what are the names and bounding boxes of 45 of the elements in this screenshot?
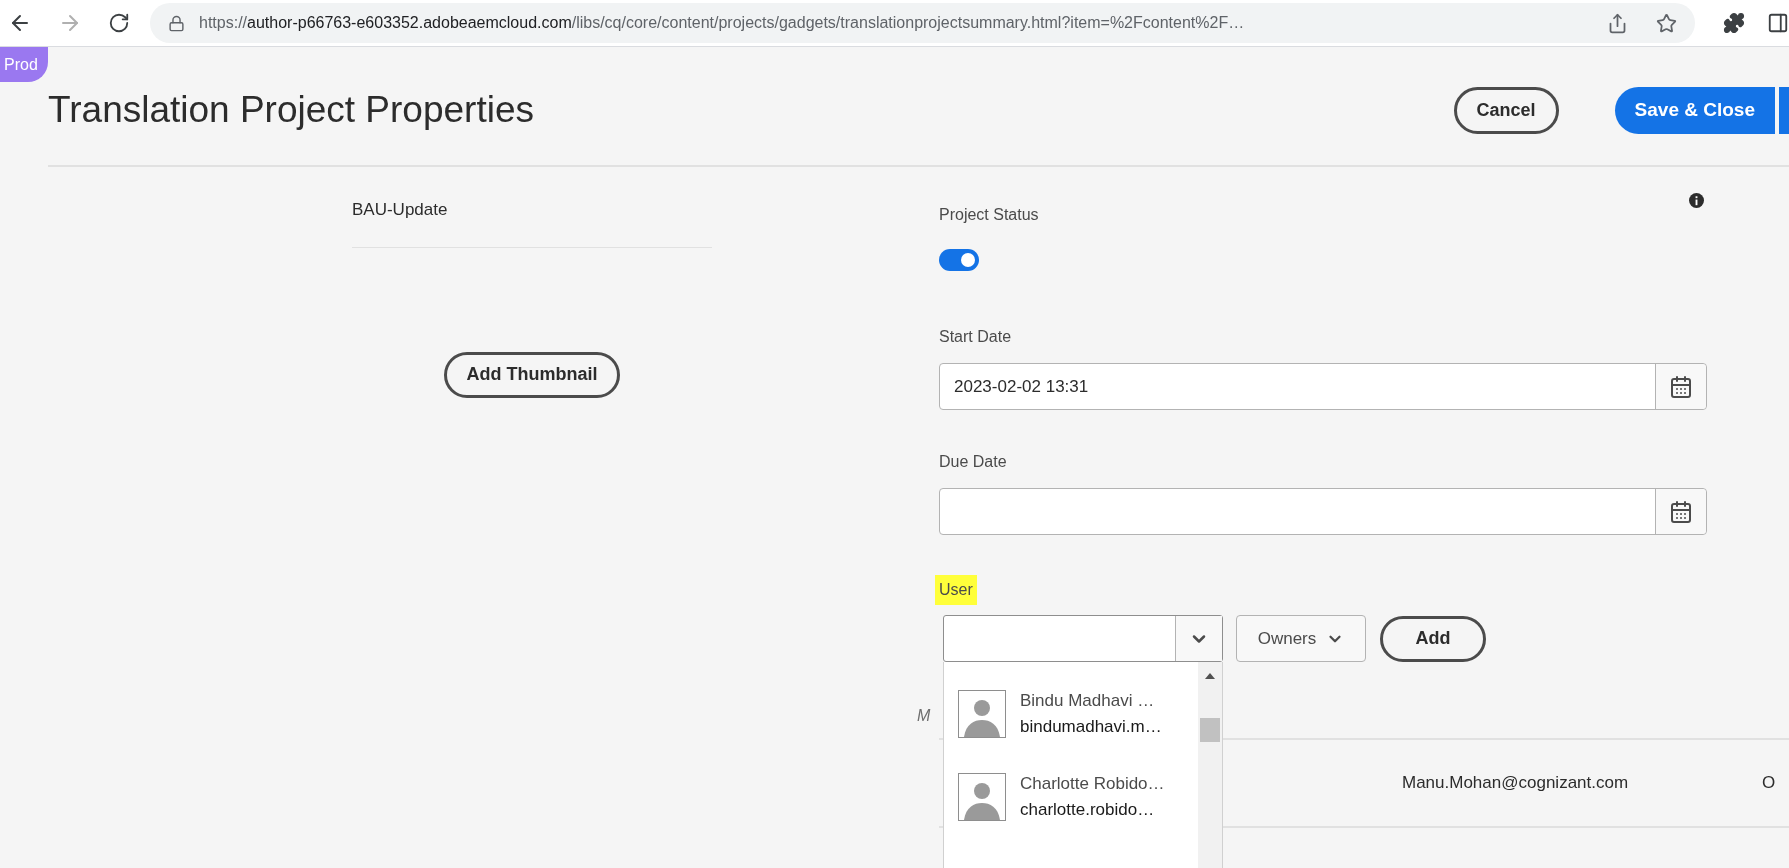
scroll-up-icon[interactable] bbox=[1204, 672, 1216, 680]
user-name: Charlotte Robido… bbox=[1020, 773, 1165, 795]
field-label: Start Date bbox=[939, 327, 1013, 347]
extensions-icon[interactable] bbox=[1723, 12, 1745, 34]
info-icon bbox=[1689, 193, 1704, 208]
environment-badge: Prod bbox=[0, 47, 48, 82]
page-title: Translation Project Properties bbox=[48, 88, 534, 133]
calendar-button[interactable] bbox=[1655, 364, 1706, 409]
person-avatar-icon bbox=[958, 772, 1006, 821]
bookmark-star-icon[interactable] bbox=[1656, 12, 1677, 34]
table-cell-text: O bbox=[1762, 772, 1776, 795]
scroll-thumb[interactable] bbox=[1200, 718, 1220, 742]
lock-icon bbox=[168, 14, 185, 32]
field-label: Project Status bbox=[939, 205, 1039, 225]
add-button[interactable]: Add bbox=[1380, 615, 1486, 662]
person-avatar-icon bbox=[958, 689, 1006, 738]
address-field[interactable]: https://author-p66763-e603352.adobeaemcloud.com/libs/cq/core/content/projects/gadgets/translationprojectsummary.html?item=%2Fcontent%2F… bbox=[150, 3, 1695, 43]
field-label: User bbox=[935, 575, 977, 605]
column-header: M bbox=[917, 706, 931, 726]
suggestion-item[interactable]: Bindu Madhavi … bindumadhavi.m… bbox=[958, 688, 1198, 739]
date-field[interactable] bbox=[939, 488, 1707, 535]
date-value: 2023-02-02 13:31 bbox=[954, 375, 1089, 398]
button-edge bbox=[1779, 86, 1789, 134]
side-panel-icon[interactable] bbox=[1767, 12, 1789, 34]
field-label: Due Date bbox=[939, 452, 1008, 472]
calendar-button[interactable] bbox=[1655, 489, 1706, 534]
url-text: https://author-p66763-e603352.adobeaemcloud.com/libs/cq/core/content/projects/gadgets/translationprojectsummary.html?item=%2Fcontent%2F… bbox=[199, 13, 1246, 33]
share-icon[interactable] bbox=[1607, 12, 1628, 34]
dropdown-button[interactable] bbox=[1175, 616, 1222, 661]
cancel-button[interactable]: Cancel bbox=[1453, 86, 1559, 134]
reload-icon[interactable] bbox=[108, 12, 130, 34]
user-email: bindumadhavi.m… bbox=[1020, 715, 1162, 738]
status-toggle[interactable] bbox=[939, 249, 979, 271]
suggestion-item[interactable]: Charlotte Robido… charlotte.robido… bbox=[958, 771, 1198, 822]
user-email: charlotte.robido… bbox=[1020, 798, 1156, 821]
role-select[interactable]: Owners bbox=[1236, 615, 1366, 662]
add-thumbnail-button[interactable]: Add Thumbnail bbox=[443, 351, 621, 398]
date-field[interactable]: 2023-02-02 13:31 bbox=[939, 363, 1707, 410]
user-combobox[interactable] bbox=[943, 615, 1223, 662]
table-cell-text: Manu.Mohan@cognizant.com bbox=[1402, 772, 1629, 795]
save-close-button[interactable]: Save & Close bbox=[1614, 86, 1775, 134]
project-name: BAU-Update bbox=[352, 197, 712, 248]
user-name: Bindu Madhavi … bbox=[1020, 690, 1156, 712]
calendar-icon bbox=[1669, 499, 1693, 524]
calendar-icon bbox=[1669, 374, 1693, 399]
